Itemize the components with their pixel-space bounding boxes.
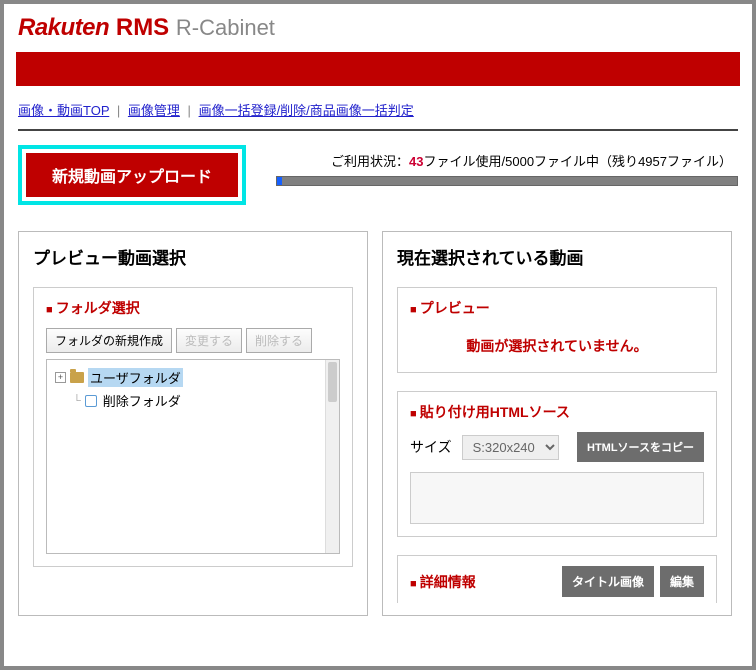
brand-rakuten: Rakuten bbox=[18, 14, 109, 41]
no-selection-message: 動画が選択されていません。 bbox=[410, 328, 704, 360]
selected-video-title: 現在選択されている動画 bbox=[397, 244, 717, 269]
upload-video-button[interactable]: 新規動画アップロード bbox=[26, 153, 238, 197]
copy-html-button[interactable]: HTMLソースをコピー bbox=[577, 432, 704, 462]
detail-button-group: タイトル画像 編集 bbox=[562, 566, 704, 597]
size-label: サイズ bbox=[410, 437, 452, 457]
header-red-bar bbox=[16, 52, 740, 86]
folder-button-row: フォルダの新規作成 変更する 削除する bbox=[46, 328, 340, 353]
folder-select-section: フォルダ選択 フォルダの新規作成 変更する 削除する + ユーザフォルダ └ bbox=[33, 287, 353, 567]
detail-info-section: 詳細情報 タイトル画像 編集 bbox=[397, 555, 717, 603]
size-row: サイズ S:320x240 HTMLソースをコピー bbox=[410, 432, 704, 462]
tree-scrollbar[interactable] bbox=[325, 360, 339, 553]
tree-item-user-folder[interactable]: + ユーザフォルダ bbox=[51, 366, 335, 389]
breadcrumb: 画像・動画TOP | 画像管理 | 画像一括登録/削除/商品画像一括判定 bbox=[4, 86, 752, 129]
breadcrumb-sep: | bbox=[184, 103, 195, 118]
folder-select-title: フォルダ選択 bbox=[46, 298, 340, 318]
usage-total: 5000 bbox=[505, 154, 534, 169]
usage-status: ご利用状況：43ファイル使用/5000ファイル中（残り4957ファイル） bbox=[276, 145, 738, 186]
usage-suffix: ファイル） bbox=[667, 154, 732, 169]
breadcrumb-sep: | bbox=[113, 103, 124, 118]
title-image-button[interactable]: タイトル画像 bbox=[562, 566, 654, 597]
detail-header-row: 詳細情報 タイトル画像 編集 bbox=[410, 566, 704, 597]
html-source-section: 貼り付け用HTMLソース サイズ S:320x240 HTMLソースをコピー bbox=[397, 391, 717, 537]
usage-progress-fill bbox=[277, 177, 282, 185]
preview-select-title: プレビュー動画選択 bbox=[33, 244, 353, 269]
tree-item-trash-folder[interactable]: └ 削除フォルダ bbox=[51, 389, 335, 412]
change-folder-button[interactable]: 変更する bbox=[176, 328, 242, 353]
delete-folder-button[interactable]: 削除する bbox=[246, 328, 312, 353]
tree-connector: └ bbox=[73, 395, 81, 407]
detail-info-title: 詳細情報 bbox=[410, 572, 476, 592]
usage-count: 43 bbox=[409, 154, 423, 169]
expand-icon[interactable]: + bbox=[55, 372, 66, 383]
tree-label-trash-folder[interactable]: 削除フォルダ bbox=[101, 391, 183, 410]
usage-text: ご利用状況：43ファイル使用/5000ファイル中（残り4957ファイル） bbox=[276, 151, 738, 170]
brand-header: Rakuten RMS R-Cabinet bbox=[4, 4, 752, 48]
html-source-textarea[interactable] bbox=[410, 472, 704, 524]
breadcrumb-link-image-manage[interactable]: 画像管理 bbox=[128, 103, 180, 118]
two-column-layout: プレビュー動画選択 フォルダ選択 フォルダの新規作成 変更する 削除する + ユ… bbox=[4, 231, 752, 616]
usage-remaining: 4957 bbox=[638, 154, 667, 169]
breadcrumb-link-bulk[interactable]: 画像一括登録/削除/商品画像一括判定 bbox=[199, 103, 414, 118]
usage-mid1: ファイル使用/ bbox=[424, 154, 506, 169]
size-select[interactable]: S:320x240 bbox=[462, 435, 559, 460]
folder-tree[interactable]: + ユーザフォルダ └ 削除フォルダ bbox=[46, 359, 340, 554]
usage-progress-bar bbox=[276, 176, 738, 186]
preview-select-panel: プレビュー動画選択 フォルダ選択 フォルダの新規作成 変更する 削除する + ユ… bbox=[18, 231, 368, 616]
app-window: Rakuten RMS R-Cabinet 画像・動画TOP | 画像管理 | … bbox=[4, 4, 752, 666]
usage-mid2: ファイル中（残り bbox=[534, 154, 638, 169]
top-row: 新規動画アップロード ご利用状況：43ファイル使用/5000ファイル中（残り49… bbox=[4, 131, 752, 231]
selected-video-panel: 現在選択されている動画 プレビュー 動画が選択されていません。 貼り付け用HTM… bbox=[382, 231, 732, 616]
upload-highlight: 新規動画アップロード bbox=[18, 145, 246, 205]
folder-icon bbox=[70, 372, 84, 383]
brand-rcabinet: R-Cabinet bbox=[176, 15, 275, 40]
edit-button[interactable]: 編集 bbox=[660, 566, 704, 597]
preview-section-title: プレビュー bbox=[410, 298, 704, 318]
breadcrumb-link-top[interactable]: 画像・動画TOP bbox=[18, 103, 109, 118]
trash-icon bbox=[85, 395, 97, 407]
create-folder-button[interactable]: フォルダの新規作成 bbox=[46, 328, 172, 353]
html-source-title: 貼り付け用HTMLソース bbox=[410, 402, 704, 422]
tree-scrollbar-thumb[interactable] bbox=[328, 362, 337, 402]
brand-rms: RMS bbox=[116, 14, 169, 41]
tree-label-user-folder[interactable]: ユーザフォルダ bbox=[88, 368, 183, 387]
preview-section: プレビュー 動画が選択されていません。 bbox=[397, 287, 717, 373]
usage-prefix: ご利用状況： bbox=[331, 154, 409, 169]
